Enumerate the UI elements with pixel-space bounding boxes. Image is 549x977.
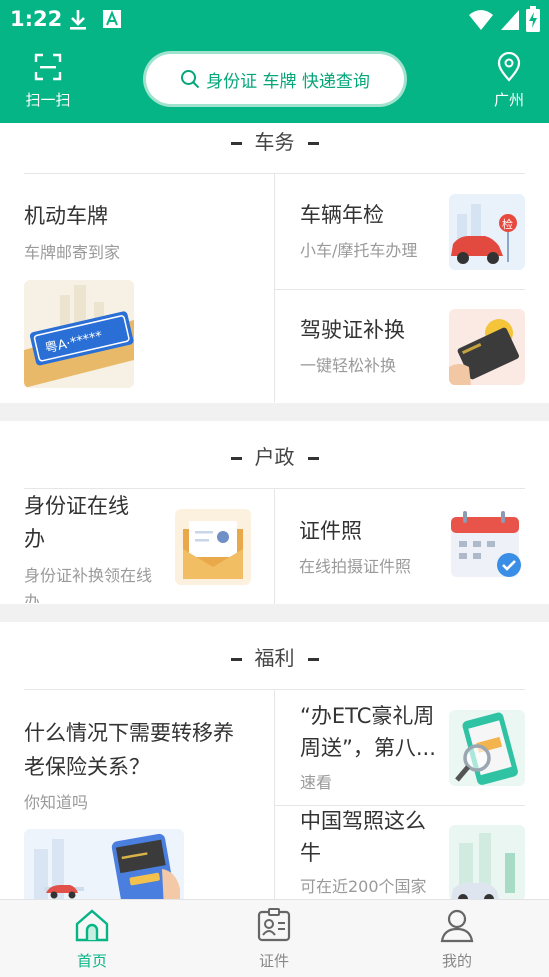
battery-charging-icon	[526, 6, 540, 32]
section-title-car: 车务	[0, 126, 549, 155]
card-title-line2: 周送”，第八...	[300, 736, 436, 760]
tab-certificates[interactable]: 证件	[229, 906, 319, 971]
section-gap	[0, 403, 549, 421]
etc-phone-illustration	[449, 710, 525, 786]
scan-icon	[34, 53, 62, 81]
id-card-icon	[257, 908, 291, 942]
location-button[interactable]: 广州	[488, 51, 530, 110]
card-subtitle: 车牌邮寄到家	[24, 243, 121, 262]
location-pin-icon	[497, 51, 521, 82]
tab-certificates-label: 证件	[258, 952, 289, 970]
home-icon	[75, 909, 109, 942]
license-card-illustration	[449, 309, 525, 385]
inspection-car-illustration: 检	[449, 194, 525, 270]
tab-home[interactable]: 首页	[47, 906, 137, 971]
divider	[274, 174, 275, 402]
card-title: 机动车牌	[24, 204, 108, 228]
scan-button[interactable]: 扫一扫	[18, 52, 78, 110]
driving-abroad-illustration	[449, 825, 525, 899]
divider	[275, 289, 525, 290]
tab-home-label: 首页	[76, 952, 107, 970]
card-title: 驾驶证补换	[300, 318, 405, 342]
bottom-nav: 首页 证件 我的	[0, 899, 549, 977]
scan-label: 扫一扫	[25, 91, 71, 109]
city-label: 广州	[493, 91, 524, 109]
card-subtitle-line1: 身份证补换领在线	[24, 566, 153, 585]
search-placeholder: 身份证 车牌 快递查询	[206, 71, 370, 92]
card-subtitle: 一键轻松补换	[300, 356, 397, 375]
idcard-envelope-illustration	[175, 509, 251, 585]
status-bar: 1:22	[0, 0, 549, 40]
status-time: 1:22	[10, 7, 63, 31]
card-title-line2: 办	[24, 527, 45, 551]
top-header: 扫一扫 身份证 车牌 快递查询 广州	[0, 40, 549, 123]
tab-mine-label: 我的	[441, 952, 472, 970]
plate-illustration: 粤A·*****	[24, 280, 134, 388]
pension-illustration	[24, 829, 184, 899]
search-bar[interactable]: 身份证 车牌 快递查询	[146, 54, 404, 104]
divider	[274, 489, 275, 604]
card-subtitle: 速看	[300, 773, 333, 792]
wifi-icon	[469, 10, 493, 30]
main-content: 车务 机动车牌 车牌邮寄到家 粤A·***** 车辆年检 小车/摩托车办理 检	[0, 123, 549, 899]
card-title-line2: 牛	[300, 841, 321, 865]
card-title-line1: “办ETC豪礼周	[300, 704, 435, 728]
calendar-illustration	[449, 509, 525, 585]
card-title: 证件照	[299, 519, 362, 543]
divider	[274, 690, 275, 899]
app-notification-icon	[103, 10, 121, 28]
card-subtitle: 可在近200个国家	[300, 877, 427, 896]
section-title-welfare: 福利	[0, 642, 549, 671]
signal-icon	[501, 10, 519, 30]
card-title-line1: 中国驾照这么	[300, 809, 426, 833]
card-subtitle: 小车/摩托车办理	[300, 241, 418, 260]
card-title-line1: 身份证在线	[24, 494, 129, 518]
card-title-line1: 什么情况下需要转移养	[24, 721, 234, 745]
card-title-line2: 老保险关系？	[24, 755, 150, 779]
card-subtitle-line2: 办	[24, 592, 41, 603]
section-gap	[0, 604, 549, 622]
card-subtitle: 你知道吗	[24, 793, 89, 812]
download-icon	[70, 10, 86, 30]
search-icon	[181, 70, 200, 89]
svg-text:检: 检	[502, 217, 513, 231]
section-title-household: 户政	[0, 441, 549, 470]
tab-mine[interactable]: 我的	[412, 906, 502, 971]
card-title: 车辆年检	[300, 203, 384, 227]
user-profile-icon	[440, 909, 474, 943]
card-subtitle: 在线拍摄证件照	[299, 557, 412, 576]
